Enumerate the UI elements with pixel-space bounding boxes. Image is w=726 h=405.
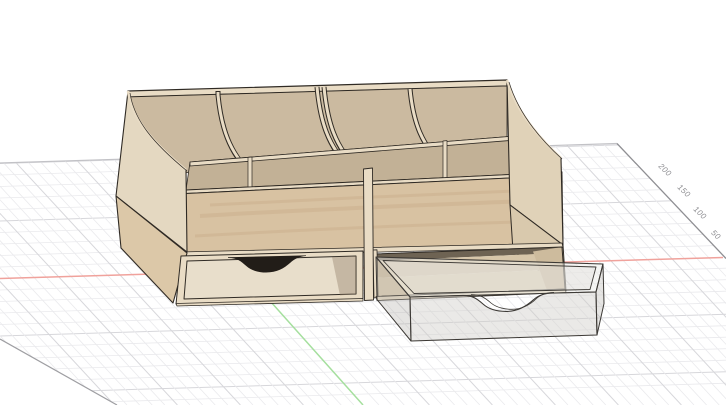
front-divider-right-unit [442,140,448,179]
scene-canvas[interactable] [0,0,726,405]
front-divider-left-unit [247,156,253,188]
left-drawer-unit[interactable] [175,250,364,307]
cad-viewport[interactable]: 200 150 100 50 [0,0,726,405]
right-drawer-ghost[interactable] [375,256,605,342]
unit-gap [363,167,374,301]
ghost-front-face [409,291,598,342]
